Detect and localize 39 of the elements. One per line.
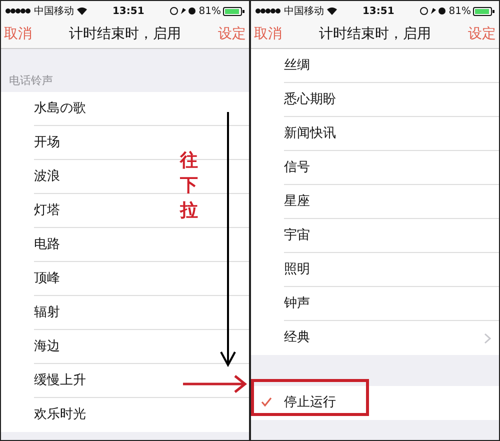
battery-level: 81% [198, 4, 221, 18]
list-item[interactable]: 钟声 [284, 294, 310, 314]
list-item[interactable]: 电路 [34, 235, 60, 255]
battery-icon [472, 6, 495, 16]
list-item[interactable]: 开场 [34, 133, 60, 153]
list-item[interactable]: 星座 [284, 192, 310, 212]
list-item[interactable]: 丝绸 [284, 56, 310, 76]
list-item[interactable]: 欢乐时光 [34, 405, 86, 425]
list-item[interactable]: 停止运行 [284, 393, 336, 413]
section-header: 电话铃声 [9, 72, 53, 88]
list-item[interactable]: 悉心期盼 [284, 90, 336, 110]
status-icons [170, 7, 196, 15]
status-icons [420, 7, 446, 15]
list-item[interactable]: 顶峰 [34, 269, 60, 289]
list-item[interactable]: 照明 [284, 260, 310, 280]
wifi-icon [77, 7, 87, 15]
list-item[interactable]: 经典 [284, 328, 310, 348]
annotation-text: 往下拉 [180, 149, 198, 224]
battery-icon [222, 6, 245, 16]
list-item[interactable]: 辐射 [34, 303, 60, 323]
signal-icon [5, 8, 31, 14]
list-item[interactable]: 信号 [284, 158, 310, 178]
list-item[interactable]: 灯塔 [34, 201, 60, 221]
right-arrow [183, 375, 247, 393]
signal-icon [255, 8, 281, 14]
wifi-icon [327, 7, 337, 15]
clock-time: 13:51 [112, 4, 144, 18]
list-item[interactable]: 宇宙 [284, 226, 310, 246]
nav-title: 计时结束时，启用 [319, 25, 431, 44]
clock-time: 13:51 [362, 4, 394, 18]
list-item[interactable]: 缓慢上升 [34, 371, 86, 391]
carrier-name: 中国移动 [34, 4, 74, 18]
battery-level: 81% [448, 4, 471, 18]
list-item[interactable]: 新闻快讯 [284, 124, 336, 144]
nav-title: 计时结束时，启用 [69, 25, 181, 44]
list-item[interactable]: 波浪 [34, 167, 60, 187]
carrier-name: 中国移动 [284, 4, 324, 18]
list-item[interactable]: 水島の歌 [34, 99, 86, 119]
list-item[interactable]: 海边 [34, 337, 60, 357]
